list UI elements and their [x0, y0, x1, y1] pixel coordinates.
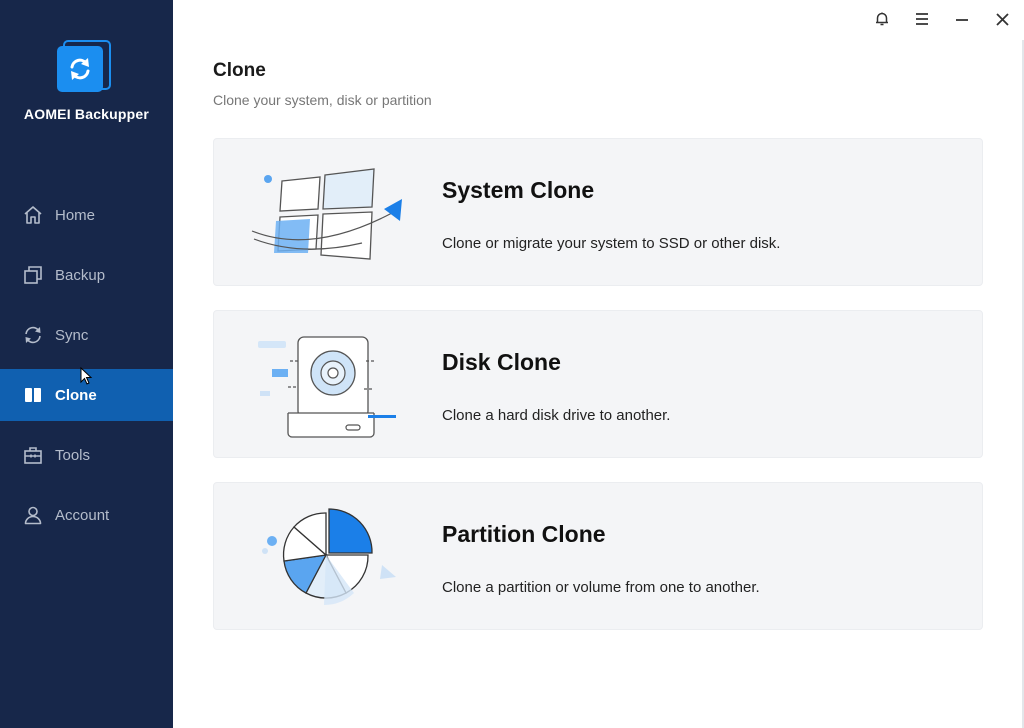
sidebar-item-label: Backup: [55, 266, 106, 284]
sidebar-item-home[interactable]: Home: [0, 189, 173, 241]
card-description: Clone or migrate your system to SSD or o…: [442, 235, 781, 252]
backup-icon: [23, 265, 43, 285]
system-clone-card[interactable]: System Clone Clone or migrate your syste…: [213, 138, 983, 286]
sync-icon: [23, 325, 43, 345]
clone-icon: [23, 385, 43, 405]
sidebar-item-account[interactable]: Account: [0, 489, 173, 541]
system-clone-illustration-icon: [251, 168, 402, 260]
sidebar-item-label: Account: [55, 506, 110, 524]
app-logo-block: AOMEI Backupper: [0, 36, 173, 122]
page-subtitle: Clone your system, disk or partition: [213, 92, 432, 108]
card-description: Clone a hard disk drive to another.: [442, 407, 671, 424]
disk-clone-illustration-icon: [258, 336, 396, 438]
tools-icon: [23, 445, 43, 465]
sidebar-item-tools[interactable]: Tools: [0, 429, 173, 481]
partition-clone-card[interactable]: Partition Clone Clone a partition or vol…: [213, 482, 983, 630]
card-description: Clone a partition or volume from one to …: [442, 579, 760, 596]
app-logo-icon: [56, 36, 117, 96]
app-name: AOMEI Backupper: [23, 106, 150, 122]
sidebar-item-label: Clone: [55, 386, 97, 404]
sidebar-item-label: Sync: [55, 326, 89, 344]
sidebar-item-label: Tools: [55, 446, 91, 464]
partition-clone-illustration-icon: [262, 508, 396, 605]
home-icon: [23, 205, 43, 225]
account-icon: [23, 505, 43, 525]
sidebar-item-sync[interactable]: Sync: [0, 309, 173, 361]
sidebar-item-backup[interactable]: Backup: [0, 249, 173, 301]
page-title: Clone: [213, 60, 266, 81]
sidebar-nav: Home Backup Sync Clone Tools Account: [0, 189, 173, 549]
main-content: Clone Clone your system, disk or partiti…: [173, 0, 1024, 728]
disk-clone-card[interactable]: Disk Clone Clone a hard disk drive to an…: [213, 310, 983, 458]
sidebar: AOMEI Backupper Home Backup Sync Clone T…: [0, 0, 173, 728]
card-title: System Clone: [442, 177, 595, 203]
card-title: Partition Clone: [442, 521, 606, 547]
card-title: Disk Clone: [442, 349, 561, 375]
sidebar-item-label: Home: [55, 206, 96, 224]
sidebar-item-clone[interactable]: Clone: [0, 369, 173, 421]
